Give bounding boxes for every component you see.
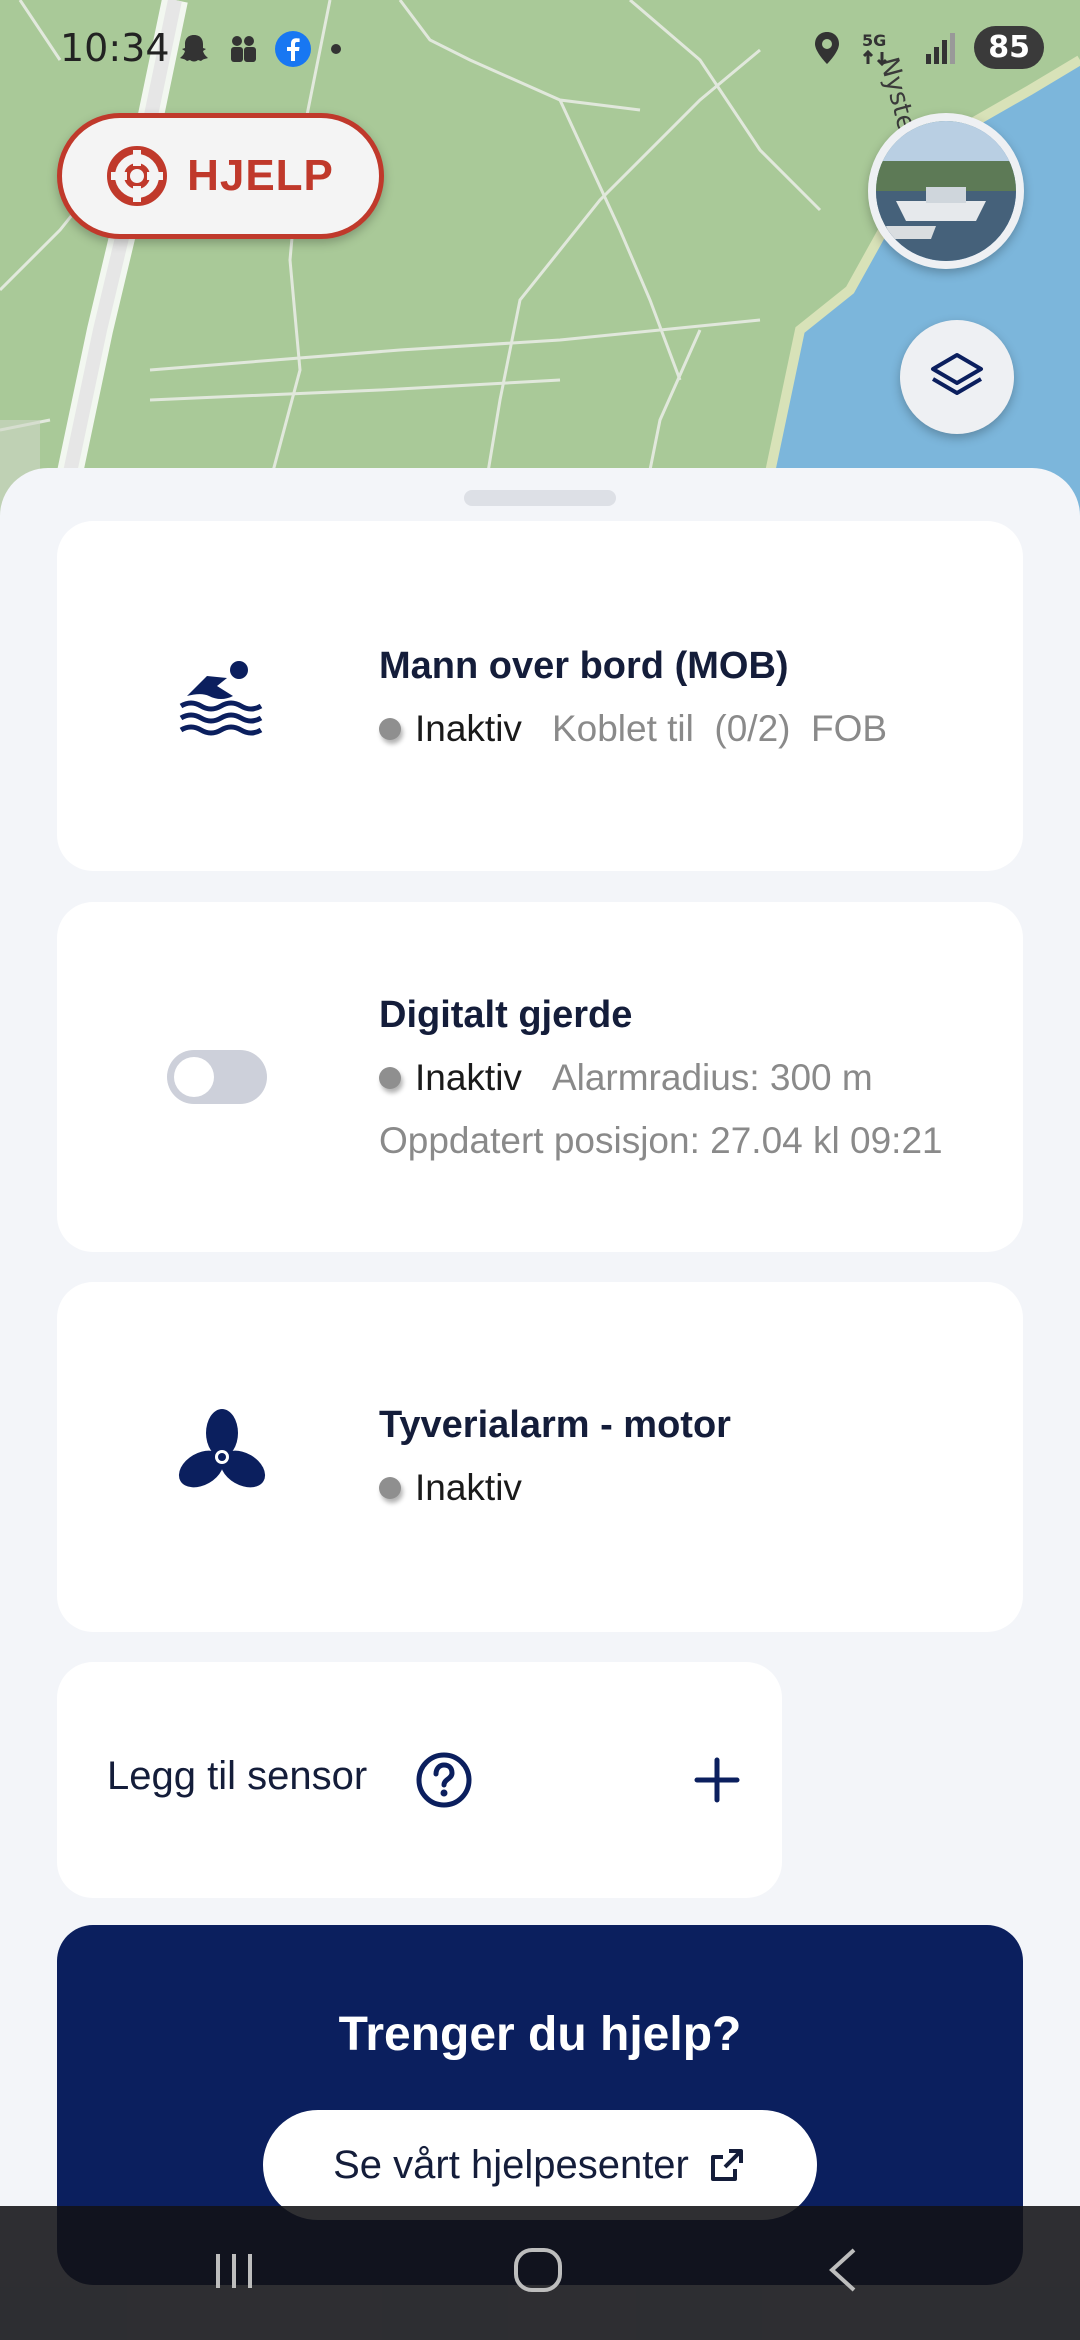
add-icon[interactable]: [687, 1750, 747, 1815]
lifebuoy-icon: [107, 146, 168, 206]
snapchat-icon: [180, 35, 208, 62]
updated-position-line: Oppdatert posisjon: 27.04 kl 09:21: [379, 1120, 943, 1161]
status-dot: [379, 1477, 401, 1499]
fence-toggle[interactable]: [167, 1050, 267, 1104]
question-icon[interactable]: [415, 1751, 473, 1814]
map-layers-button[interactable]: [900, 320, 1014, 434]
teams-icon: [231, 36, 256, 62]
add-sensor-card[interactable]: Legg til sensor: [57, 1662, 782, 1898]
help-center-button[interactable]: Se vårt hjelpesenter: [263, 2110, 817, 2220]
help-center-button-label: Se vårt hjelpesenter: [333, 2142, 689, 2187]
card-title: Digitalt gjerde: [379, 994, 633, 1036]
card-mob[interactable]: Mann over bord (MOB) Inaktiv Koblet til …: [57, 521, 1023, 871]
recent-apps-button[interactable]: [210, 2240, 260, 2305]
network-5g-icon: 5G: [862, 31, 888, 66]
card-theft-alarm-motor[interactable]: Tyverialarm - motor Inaktiv: [57, 1282, 1023, 1632]
status-text: Inaktiv: [415, 708, 522, 749]
card-status-line: Inaktiv Koblet til (0/2) FOB: [379, 708, 887, 750]
card-title: Mann over bord (MOB): [379, 645, 789, 687]
card-status-line: Inaktiv Alarmradius: 300 m: [379, 1057, 873, 1099]
swimmer-icon: [167, 641, 277, 751]
toggle-switch[interactable]: [167, 1050, 267, 1104]
sheet-drag-handle[interactable]: [464, 490, 616, 506]
status-dot: [379, 1067, 401, 1089]
help-button-label: HJELP: [187, 151, 334, 200]
boat-avatar[interactable]: [868, 113, 1024, 269]
connection-detail: Koblet til (0/2) FOB: [551, 708, 888, 749]
card-digital-fence[interactable]: Digitalt gjerde Inaktiv Alarmradius: 300…: [57, 902, 1023, 1252]
alarm-radius-detail: Alarmradius: 300 m: [551, 1057, 873, 1098]
home-button[interactable]: [508, 2240, 568, 2305]
toggle-knob: [174, 1057, 214, 1097]
svg-text:5G: 5G: [862, 31, 886, 50]
help-button[interactable]: HJELP: [57, 113, 384, 239]
notification-dot-icon: [331, 44, 341, 54]
location-icon: [815, 31, 840, 64]
signal-icon: [926, 32, 956, 64]
add-sensor-label: Legg til sensor: [107, 1754, 368, 1798]
battery-indicator: 85: [974, 26, 1044, 69]
status-bar: 10:34 5G 85: [0, 0, 1080, 100]
help-banner-title: Trenger du hjelp?: [338, 2008, 742, 2061]
status-text: Inaktiv: [415, 1467, 522, 1508]
facebook-icon: [275, 31, 311, 67]
back-button[interactable]: [818, 2240, 868, 2305]
card-title: Tyverialarm - motor: [379, 1404, 731, 1446]
layers-icon: [931, 353, 983, 395]
card-status-line: Inaktiv: [379, 1467, 552, 1509]
propeller-icon: [167, 1402, 277, 1512]
external-link-icon: [710, 2149, 743, 2181]
status-time: 10:34: [60, 26, 170, 70]
status-text: Inaktiv: [415, 1057, 522, 1098]
system-navigation-bar: [0, 2206, 1080, 2340]
status-dot: [379, 718, 401, 740]
